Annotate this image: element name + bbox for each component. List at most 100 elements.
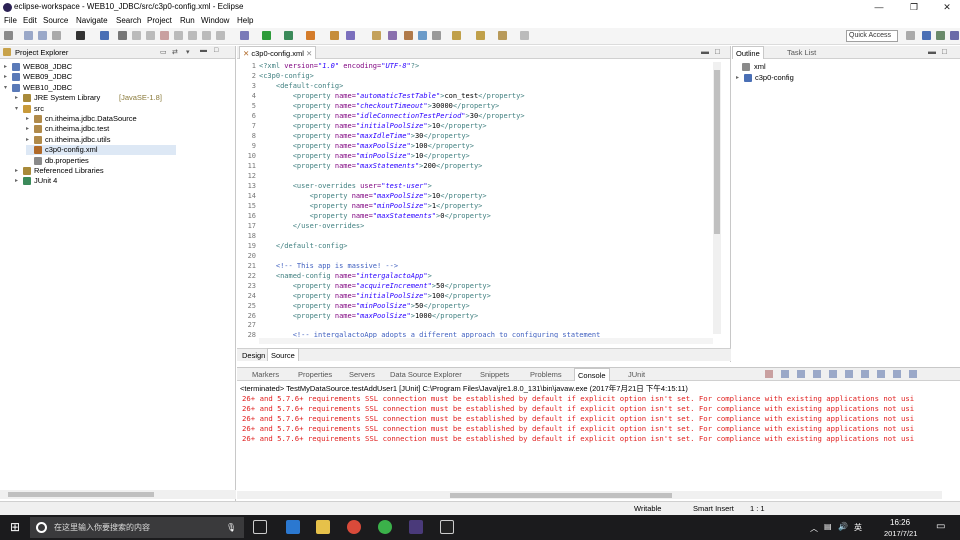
console-hscroll[interactable] [237, 491, 942, 499]
tree-item[interactable]: ▾ src [15, 104, 165, 114]
terminal-icon[interactable] [440, 520, 454, 534]
editor-maximize-icon[interactable]: □ [715, 47, 720, 56]
tree-item[interactable]: ▸ Referenced Libraries [15, 166, 165, 176]
resume-icon[interactable] [132, 31, 141, 40]
windows-start-icon[interactable]: ⊞ [10, 521, 20, 533]
external-tools-icon[interactable] [306, 31, 315, 40]
step-return-icon[interactable] [216, 31, 225, 40]
expand-icon[interactable]: ▸ [26, 124, 32, 134]
expand-icon[interactable]: ▸ [736, 73, 742, 83]
tree-item[interactable]: c3p0-config.xml [26, 145, 176, 156]
prev-annotation-icon[interactable] [476, 31, 485, 40]
menu-navigate[interactable]: Navigate [76, 16, 108, 25]
view-menu-icon[interactable]: ▾ [186, 48, 190, 56]
step-over-icon[interactable] [202, 31, 211, 40]
network-icon[interactable]: ▤ [824, 522, 832, 531]
search-icon[interactable] [404, 31, 413, 40]
eclipse-taskbar-icon[interactable] [409, 520, 423, 534]
tab-servers[interactable]: Servers [346, 368, 378, 381]
print-icon[interactable] [52, 31, 61, 40]
menu-edit[interactable]: Edit [23, 16, 37, 25]
new-package-icon[interactable] [346, 31, 355, 40]
menu-file[interactable]: File [4, 16, 17, 25]
outline-maximize-icon[interactable]: □ [942, 47, 947, 56]
tree-item[interactable]: ▸ WEB09_JDBC [4, 72, 154, 82]
ime-indicator[interactable]: 英 [854, 522, 862, 533]
expand-icon[interactable]: ▸ [15, 166, 21, 176]
outline-minimize-icon[interactable]: ▬ [928, 47, 936, 56]
tree-item[interactable]: ▾ WEB10_JDBC [4, 83, 154, 93]
microphone-icon[interactable]: 🎙 [226, 517, 236, 538]
tab-properties[interactable]: Properties [295, 368, 335, 381]
file-explorer-icon[interactable] [316, 520, 330, 534]
expand-icon[interactable]: ▸ [4, 72, 10, 82]
volume-icon[interactable]: 🔊 [838, 522, 848, 531]
word-wrap-icon[interactable] [829, 370, 837, 378]
tab-junit[interactable]: JUnit [625, 368, 648, 381]
console-hscroll-thumb[interactable] [450, 493, 672, 498]
maximize-view-icon[interactable]: □ [214, 47, 218, 54]
tree-item[interactable]: ▸ cn.itheima.jdbc.utils [26, 135, 176, 145]
menu-run[interactable]: Run [180, 16, 195, 25]
tab-console[interactable]: Console [574, 368, 610, 381]
menu-search[interactable]: Search [116, 16, 141, 25]
minimize-view-icon[interactable]: ▬ [200, 47, 207, 54]
clock-time[interactable]: 16:26 [890, 518, 910, 527]
annotation-icon[interactable] [432, 31, 441, 40]
new-java-project-icon[interactable] [330, 31, 339, 40]
menu-window[interactable]: Window [201, 16, 229, 25]
collapse-icon[interactable]: ▾ [15, 104, 21, 114]
tab-data-source-explorer[interactable]: Data Source Explorer [387, 368, 465, 381]
suspend-icon[interactable] [146, 31, 155, 40]
collapse-icon[interactable]: ▾ [4, 83, 10, 93]
tab-project-explorer[interactable]: Project Explorer [12, 46, 71, 59]
pin-icon[interactable] [845, 370, 853, 378]
console-icon[interactable] [100, 31, 109, 40]
close-tab-icon[interactable]: ✕ [306, 49, 312, 58]
maximize-button[interactable]: ❐ [903, 1, 925, 14]
tree-item[interactable]: ▸ JUnit 4 [15, 176, 165, 186]
task-view-icon[interactable] [253, 520, 267, 534]
java-ee-perspective-icon[interactable] [922, 31, 931, 40]
tab-snippets[interactable]: Snippets [477, 368, 512, 381]
tree-item[interactable]: ▸ JRE System Library [JavaSE-1.8] [15, 93, 165, 103]
terminate-icon[interactable] [160, 31, 169, 40]
tab-outline[interactable]: Outline [732, 46, 764, 59]
chrome-icon[interactable] [347, 520, 361, 534]
minimize-view-icon[interactable] [893, 370, 901, 378]
minimize-button[interactable]: — [868, 1, 890, 14]
save-all-icon[interactable] [38, 31, 47, 40]
expand-icon[interactable]: ▸ [4, 62, 10, 72]
debug-run-icon[interactable] [240, 31, 249, 40]
tree-item[interactable]: ▸ cn.itheima.jdbc.test [26, 124, 176, 134]
forward-icon[interactable] [520, 31, 529, 40]
menu-source[interactable]: Source [43, 16, 68, 25]
skip-breakpoints-icon[interactable] [118, 31, 127, 40]
terminate-icon[interactable] [765, 370, 773, 378]
back-icon[interactable] [498, 31, 507, 40]
debug-perspective-icon[interactable] [950, 31, 959, 40]
debug-icon[interactable] [76, 31, 85, 40]
menu-project[interactable]: Project [147, 16, 172, 25]
menu-help[interactable]: Help [237, 16, 253, 25]
expand-icon[interactable]: ▸ [15, 176, 21, 186]
tab-design[interactable]: Design [239, 349, 268, 362]
tree-item[interactable]: db.properties [26, 156, 176, 166]
tab-source[interactable]: Source [267, 348, 299, 361]
disconnect-icon[interactable] [174, 31, 183, 40]
coverage-icon[interactable] [284, 31, 293, 40]
toggle-mark-icon[interactable] [418, 31, 427, 40]
close-button[interactable]: ✕ [936, 1, 958, 14]
editor-hscroll[interactable] [259, 338, 713, 344]
tray-chevron-icon[interactable]: ︿ [810, 523, 818, 534]
tab-problems[interactable]: Problems [527, 368, 565, 381]
editor-minimize-icon[interactable]: ▬ [701, 47, 709, 56]
wechat-icon[interactable] [378, 520, 392, 534]
link-editor-icon[interactable]: ⇄ [172, 48, 178, 56]
remove-launch-icon[interactable] [781, 370, 789, 378]
taskbar-search-box[interactable]: 在这里输入你要搜索的内容 🎙 [30, 517, 244, 538]
tree-item[interactable]: ▸ WEB08_JDBC [4, 62, 154, 72]
editor-vscroll[interactable] [713, 62, 721, 334]
new-icon[interactable] [4, 31, 13, 40]
explorer-hscroll[interactable] [0, 490, 236, 499]
